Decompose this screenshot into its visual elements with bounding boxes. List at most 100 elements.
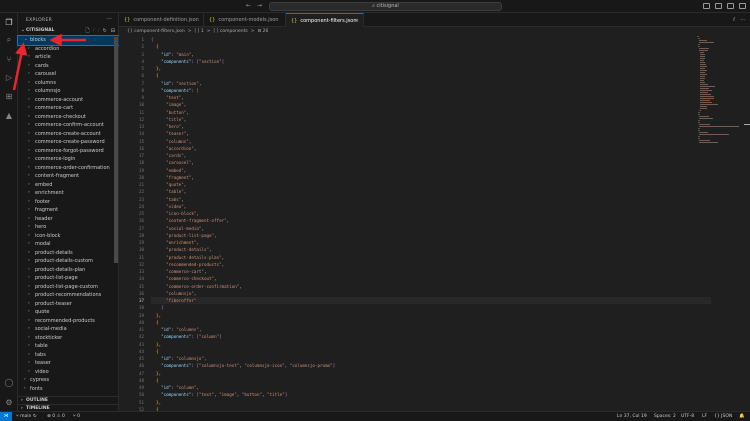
- tree-item-fragment[interactable]: › fragment: [18, 206, 119, 215]
- tree-item-cypress[interactable]: › cypress: [18, 376, 119, 385]
- code-line[interactable]: "id": "columns",: [151, 326, 711, 333]
- cursor-position[interactable]: Ln 37, Col 19: [617, 412, 647, 421]
- tab-component-filters[interactable]: {} component-filters.json ×: [286, 13, 364, 27]
- code-line[interactable]: {: [151, 43, 711, 50]
- aem-icon[interactable]: ▲: [4, 110, 14, 120]
- code-line[interactable]: ]: [151, 304, 711, 311]
- arrow-right-icon[interactable]: →: [257, 2, 262, 9]
- code-line[interactable]: {: [151, 348, 711, 355]
- outline-section[interactable]: › OUTLINE: [18, 396, 119, 404]
- code-line[interactable]: "hero",: [151, 123, 711, 130]
- toggle-primary-sidebar-icon[interactable]: [703, 3, 710, 9]
- tree-item-carousel[interactable]: › carousel: [18, 70, 119, 79]
- code-line[interactable]: "carousel",: [151, 159, 711, 166]
- code-line[interactable]: "text",: [151, 94, 711, 101]
- code-line[interactable]: "fragment",: [151, 174, 711, 181]
- code-line[interactable]: "components": ["columnsjo-text", "column…: [151, 362, 711, 369]
- tree-item-commerce-create-password[interactable]: › commerce-create-password: [18, 138, 119, 147]
- minimap[interactable]: [697, 36, 742, 156]
- collapse-all-icon[interactable]: ⊟: [111, 28, 115, 36]
- tree-item-columns[interactable]: › columns: [18, 79, 119, 88]
- tree-item-commerce-forgot-password[interactable]: › commerce-forgot-password: [18, 147, 119, 156]
- tree-item-commerce-cart[interactable]: › commerce-cart: [18, 104, 119, 113]
- code-line[interactable]: "components": ["section"]: [151, 58, 711, 65]
- tree-item-teaser[interactable]: › teaser: [18, 359, 119, 368]
- sidebar-scrollbar[interactable]: [114, 37, 118, 263]
- tree-item-enrichment[interactable]: › enrichment: [18, 189, 119, 198]
- code-line[interactable]: },: [151, 312, 711, 319]
- new-folder-icon[interactable]: 🗀: [94, 28, 99, 36]
- code-line[interactable]: "product-details",: [151, 246, 711, 253]
- breadcrumb-item[interactable]: {} component-filters.json: [127, 29, 185, 34]
- problems-indicator[interactable]: ⊗ 0 ⚠ 0: [47, 412, 65, 421]
- tab-component-models[interactable]: {} component-models.json: [204, 13, 286, 27]
- code-line[interactable]: "components": ["text", "image", "button"…: [151, 391, 711, 398]
- code-line[interactable]: },: [151, 341, 711, 348]
- command-center-search[interactable]: ⌕ citisignal: [269, 2, 502, 11]
- tree-item-hero[interactable]: › hero: [18, 223, 119, 232]
- run-debug-icon[interactable]: ▷: [4, 72, 14, 82]
- tree-item-blocks[interactable]: ⌄ blocks: [17, 35, 120, 46]
- code-line[interactable]: "icon-block",: [151, 210, 711, 217]
- code-line[interactable]: "enrichment",: [151, 239, 711, 246]
- tree-item-product-teaser[interactable]: › product-teaser: [18, 300, 119, 309]
- tree-item-product-details[interactable]: › product-details: [18, 249, 119, 258]
- code-line[interactable]: "id": "section",: [151, 80, 711, 87]
- refresh-icon[interactable]: ↻: [103, 28, 107, 36]
- encoding[interactable]: UTF-8: [681, 412, 694, 421]
- tree-item-embed[interactable]: › embed: [18, 181, 119, 190]
- more-actions-icon[interactable]: ···: [106, 16, 112, 23]
- code-line[interactable]: "accordion",: [151, 145, 711, 152]
- code-line[interactable]: "teaser",: [151, 130, 711, 137]
- code-line[interactable]: },: [151, 370, 711, 377]
- tree-item-modal[interactable]: › modal: [18, 240, 119, 249]
- tree-item-commerce-confirm-account[interactable]: › commerce-confirm-account: [18, 121, 119, 130]
- code-line[interactable]: "content-fragment-offer",: [151, 217, 711, 224]
- code-line[interactable]: },: [151, 399, 711, 406]
- tree-item-social-media[interactable]: › social-media: [18, 325, 119, 334]
- code-lines[interactable]: [ { "id": "main", "components": ["sectio…: [151, 36, 711, 421]
- arrow-left-icon[interactable]: ←: [246, 2, 251, 9]
- more-actions-icon[interactable]: ···: [740, 17, 745, 23]
- code-line[interactable]: "tabs",: [151, 196, 711, 203]
- toggle-secondary-sidebar-icon[interactable]: [727, 3, 734, 9]
- code-line[interactable]: "quote",: [151, 181, 711, 188]
- code-line[interactable]: "product-details-plan",: [151, 254, 711, 261]
- tree-item-commerce-account[interactable]: › commerce-account: [18, 96, 119, 105]
- code-line[interactable]: [: [151, 36, 711, 43]
- tree-item-content-fragment[interactable]: › content-fragment: [18, 172, 119, 181]
- bell-icon[interactable]: 🔔: [739, 412, 745, 421]
- tree-item-footer[interactable]: › footer: [18, 198, 119, 207]
- code-line[interactable]: "columns",: [151, 138, 711, 145]
- tree-item-tabs[interactable]: › tabs: [18, 351, 119, 360]
- breadcrumb-item[interactable]: [ ] 1: [194, 29, 203, 34]
- code-line[interactable]: "table",: [151, 188, 711, 195]
- account-icon[interactable]: ◯: [4, 377, 14, 387]
- tree-item-commerce-order-confirmation[interactable]: › commerce-order-confirmation: [18, 164, 119, 173]
- code-line[interactable]: {: [151, 377, 711, 384]
- source-control-icon[interactable]: ⑂: [4, 54, 14, 64]
- tree-item-stockticker[interactable]: › stockticker: [18, 334, 119, 343]
- tree-item-video[interactable]: › video: [18, 368, 119, 377]
- tree-item-commerce-login[interactable]: › commerce-login: [18, 155, 119, 164]
- files-icon[interactable]: ❐: [4, 17, 14, 27]
- code-editor[interactable]: 1 2 3 4 5 6 7 8 9 10 11 12 13 14 15 16 17 18 19 20 21 22 23 24 2…: [119, 36, 750, 419]
- search-icon[interactable]: ⌕: [4, 35, 14, 45]
- code-line[interactable]: "product-list-page",: [151, 232, 711, 239]
- manage-gear-icon[interactable]: ⚙: [4, 397, 14, 407]
- tree-item-product-list-page-custom[interactable]: › product-list-page-custom: [18, 283, 119, 292]
- close-icon[interactable]: ×: [355, 14, 359, 28]
- code-line[interactable]: "components": ["column"]: [151, 333, 711, 340]
- customize-layout-icon[interactable]: [739, 3, 746, 9]
- code-line[interactable]: "recommended-products",: [151, 261, 711, 268]
- code-line[interactable]: },: [151, 65, 711, 72]
- code-line[interactable]: "commerce-cart",: [151, 268, 711, 275]
- tree-item-product-list-page[interactable]: › product-list-page: [18, 274, 119, 283]
- breadcrumb-item[interactable]: ⊟ 26: [257, 29, 268, 34]
- code-line[interactable]: "id": "column",: [151, 384, 711, 391]
- language-mode[interactable]: {} JSON: [714, 412, 732, 421]
- tree-item-header[interactable]: › header: [18, 215, 119, 224]
- extensions-icon[interactable]: ⊞: [4, 91, 14, 101]
- indentation[interactable]: Spaces: 2: [654, 412, 676, 421]
- tree-item-commerce-checkout[interactable]: › commerce-checkout: [18, 113, 119, 122]
